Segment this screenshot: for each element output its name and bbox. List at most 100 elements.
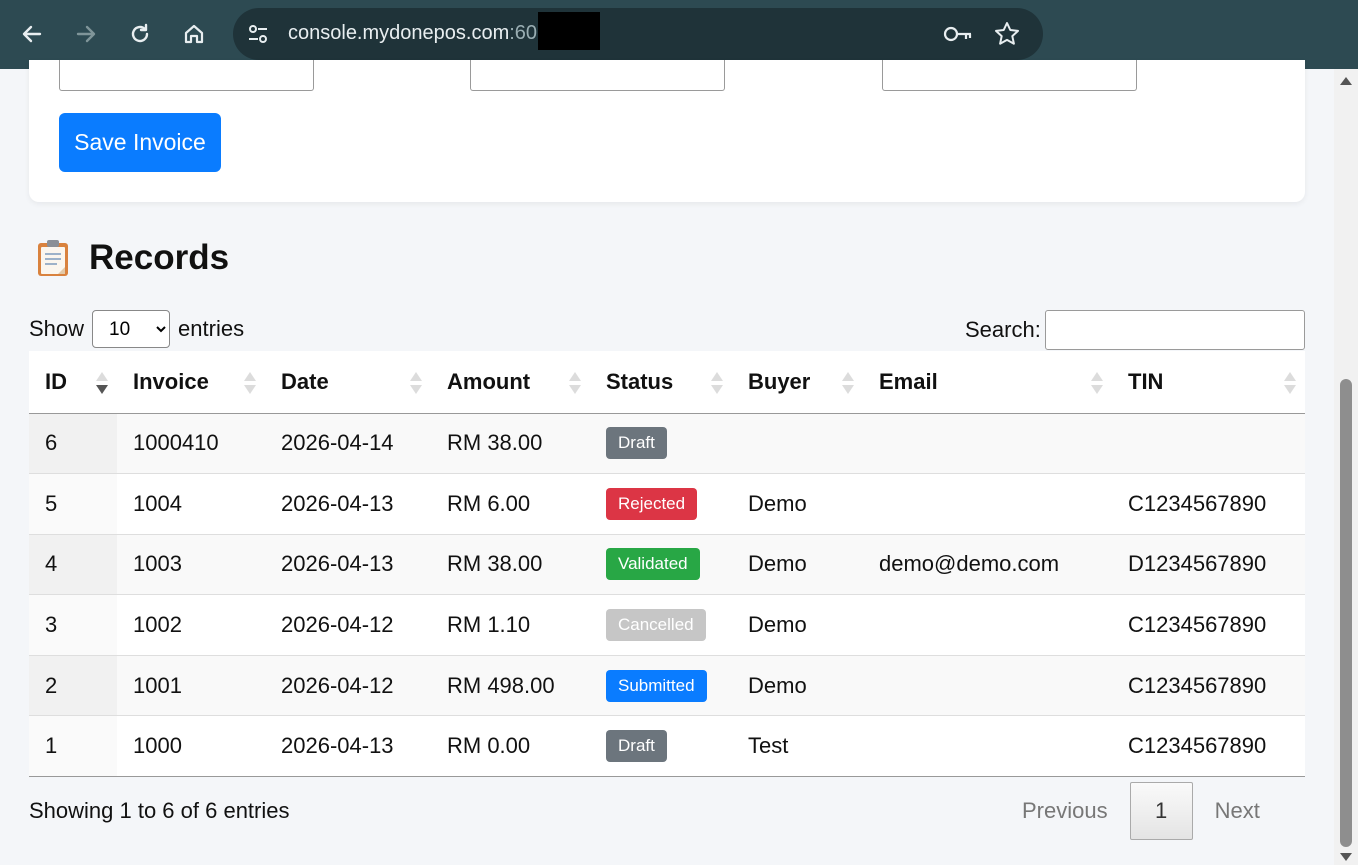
reload-button[interactable]	[123, 17, 157, 51]
cell-email	[863, 594, 1112, 656]
table-row[interactable]: 2 1001 2026-04-12 RM 498.00 Submitted Demo C12…	[29, 655, 1305, 717]
sort-icon	[410, 372, 422, 394]
previous-page-button[interactable]: Previous	[1000, 782, 1130, 840]
cell-tin: D1234567890	[1112, 534, 1305, 596]
cell-tin: C1234567890	[1112, 715, 1305, 778]
column-header-buyer[interactable]: Buyer	[732, 351, 863, 414]
column-header-label: Status	[606, 368, 674, 394]
redaction-box	[538, 12, 600, 50]
cell-status: Cancelled	[590, 594, 732, 656]
cell-invoice: 1004	[117, 473, 265, 535]
cell-date: 2026-04-12	[265, 594, 431, 656]
reload-icon	[131, 23, 149, 43]
cell-status: Validated	[590, 534, 732, 596]
cell-tin: C1234567890	[1112, 594, 1305, 656]
table-row[interactable]: 4 1003 2026-04-13 RM 38.00 Validated Demo demo…	[29, 534, 1305, 596]
cell-invoice: 1000410	[117, 413, 265, 475]
column-header-status[interactable]: Status	[590, 351, 732, 414]
scroll-down-icon[interactable]	[1340, 853, 1352, 861]
cell-tin: C1234567890	[1112, 473, 1305, 535]
column-header-label: Invoice	[133, 368, 209, 394]
cell-id: 6	[29, 413, 117, 475]
column-header-date[interactable]: Date	[265, 351, 431, 414]
cell-buyer	[732, 413, 863, 475]
cell-amount: RM 0.00	[431, 715, 590, 778]
cell-tin: C1234567890	[1112, 655, 1305, 717]
vertical-scrollbar[interactable]	[1334, 69, 1358, 865]
sort-icon	[842, 372, 854, 394]
table-row[interactable]: 5 1004 2026-04-13 RM 6.00 Rejected Demo C12345…	[29, 473, 1305, 535]
cell-amount: RM 38.00	[431, 534, 590, 596]
table-header-row: ID Invoice Date Amount Status Buyer Email TIN	[29, 351, 1305, 414]
cell-buyer: Demo	[732, 473, 863, 535]
forward-button[interactable]	[69, 17, 103, 51]
column-header-tin[interactable]: TIN	[1112, 351, 1305, 414]
tune-icon[interactable]	[246, 22, 270, 46]
column-header-label: ID	[45, 368, 67, 394]
save-invoice-button[interactable]: Save Invoice	[59, 113, 221, 172]
cell-status: Draft	[590, 715, 732, 778]
column-header-id[interactable]: ID	[29, 351, 117, 414]
cell-buyer: Demo	[732, 655, 863, 717]
status-badge: Draft	[606, 730, 667, 763]
form-input-1[interactable]	[59, 60, 314, 91]
next-page-button[interactable]: Next	[1193, 782, 1282, 840]
scroll-up-icon[interactable]	[1340, 77, 1352, 85]
cell-amount: RM 38.00	[431, 413, 590, 475]
cell-invoice: 1001	[117, 655, 265, 717]
invoice-form-card: Save Invoice	[29, 60, 1305, 202]
table-row[interactable]: 3 1002 2026-04-12 RM 1.10 Cancelled Demo C1234…	[29, 594, 1305, 656]
cell-id: 2	[29, 655, 117, 717]
search-input[interactable]	[1044, 310, 1305, 350]
status-badge: Submitted	[606, 669, 707, 702]
address-bar[interactable]: console.mydonepos.com:60	[233, 8, 1043, 60]
form-input-2[interactable]	[470, 60, 725, 91]
key-icon[interactable]	[943, 21, 973, 47]
cell-buyer: Test	[732, 715, 863, 778]
cell-id: 4	[29, 534, 117, 596]
length-suffix: entries	[178, 316, 245, 341]
cell-tin	[1112, 413, 1305, 475]
cell-date: 2026-04-12	[265, 655, 431, 717]
cell-date: 2026-04-13	[265, 534, 431, 596]
sort-icon	[244, 372, 256, 394]
status-badge: Validated	[606, 548, 700, 581]
table-row[interactable]: 1 1000 2026-04-13 RM 0.00 Draft Test C12345678…	[29, 715, 1305, 778]
status-badge: Cancelled	[606, 609, 706, 642]
cell-id: 1	[29, 715, 117, 778]
search-label: Search:	[965, 317, 1041, 342]
home-icon	[184, 24, 204, 44]
column-header-amount[interactable]: Amount	[431, 351, 590, 414]
table-row[interactable]: 6 1000410 2026-04-14 RM 38.00 Draft	[29, 413, 1305, 475]
cell-buyer: Demo	[732, 594, 863, 656]
star-icon[interactable]	[993, 20, 1021, 48]
cell-status: Rejected	[590, 473, 732, 535]
cell-invoice: 1002	[117, 594, 265, 656]
back-button[interactable]	[15, 17, 49, 51]
home-button[interactable]	[177, 17, 211, 51]
current-page-button[interactable]: 1	[1129, 782, 1193, 840]
sort-icon	[569, 372, 581, 394]
cell-amount: RM 1.10	[431, 594, 590, 656]
form-input-3[interactable]	[882, 60, 1137, 91]
records-header: Records	[36, 238, 229, 278]
cell-amount: RM 6.00	[431, 473, 590, 535]
status-badge: Draft	[606, 427, 667, 460]
column-header-email[interactable]: Email	[863, 351, 1112, 414]
entries-per-page-select[interactable]: 10	[92, 310, 171, 348]
records-title: Records	[89, 238, 230, 277]
length-prefix: Show	[29, 316, 85, 341]
scrollbar-thumb[interactable]	[1340, 379, 1352, 847]
column-header-label: Amount	[447, 368, 531, 394]
column-header-invoice[interactable]: Invoice	[117, 351, 265, 414]
cell-email	[863, 413, 1112, 475]
cell-status: Submitted	[590, 655, 732, 717]
column-header-label: Buyer	[748, 368, 811, 394]
browser-toolbar: console.mydonepos.com:60	[0, 0, 1358, 69]
cell-email: demo@demo.com	[863, 534, 1112, 596]
cell-amount: RM 498.00	[431, 655, 590, 717]
table-info: Showing 1 to 6 of 6 entries	[29, 798, 290, 823]
status-badge: Rejected	[606, 487, 698, 520]
sort-icon	[711, 372, 723, 394]
entries-length-control: Show 10 entries	[29, 310, 244, 348]
